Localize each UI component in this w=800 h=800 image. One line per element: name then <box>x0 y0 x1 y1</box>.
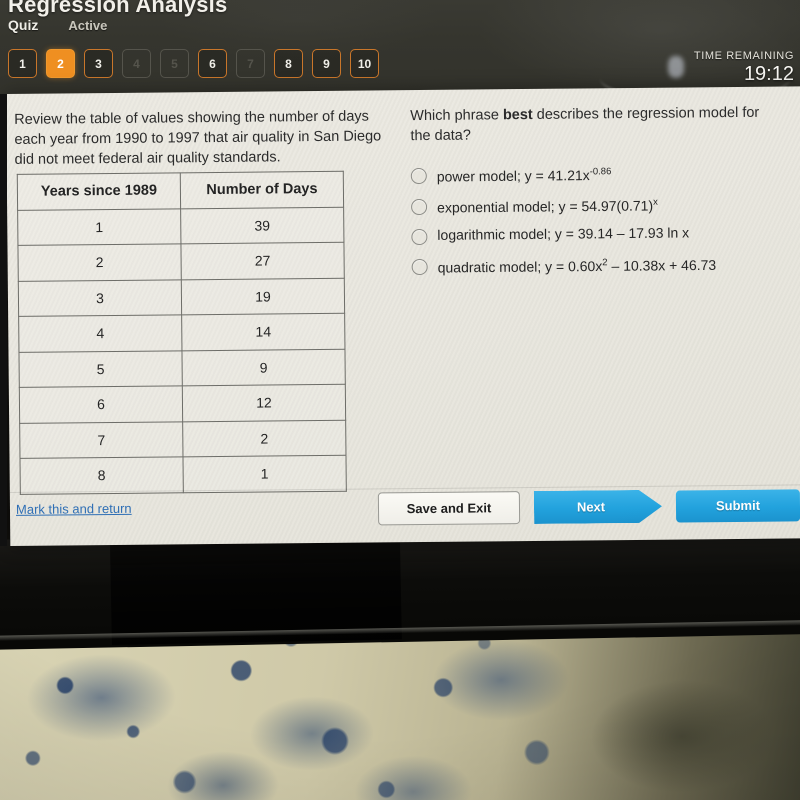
timer: TIME REMAINING 19:12 <box>694 50 794 86</box>
question-navigator[interactable]: 1 2 3 4 5 6 7 8 9 10 <box>8 49 379 78</box>
answer-option-a[interactable]: power model; y = 41.21x-0.86 <box>410 162 791 185</box>
table-row: 6 12 <box>19 384 346 423</box>
cell-years: 1 <box>17 208 181 246</box>
radio-icon-b[interactable] <box>411 198 428 215</box>
option-base-a: power model; y = 41.21x <box>436 167 590 185</box>
cell-days: 39 <box>180 206 344 244</box>
option-base-b: exponential model; y = 54.97(0.71) <box>437 197 654 216</box>
table-row: 3 19 <box>18 277 345 317</box>
save-and-exit-button[interactable]: Save and Exit <box>377 491 521 526</box>
mark-this-and-return-link[interactable]: Mark this and return <box>16 501 132 517</box>
question-nav-button-7: 7 <box>236 49 265 78</box>
answer-options[interactable]: power model; y = 41.21x-0.86 exponential … <box>410 162 792 276</box>
tab-quiz[interactable]: Quiz <box>8 17 38 33</box>
radio-icon-a[interactable] <box>410 167 427 185</box>
option-exponent-a: -0.86 <box>589 166 612 178</box>
option-base-c: logarithmic model; y = 39.14 – 17.93 ln … <box>437 224 690 244</box>
table-row: 72 <box>19 419 346 459</box>
screen-glare-spot <box>668 56 684 78</box>
question-nav-button-1[interactable]: 1 <box>8 49 37 78</box>
header-tabs: Quiz Active <box>8 17 107 33</box>
answer-option-c[interactable]: logarithmic model; y = 39.14 – 17.93 ln … <box>411 224 791 246</box>
answer-option-d[interactable]: quadratic model; y = 0.60x2 – 10.38x + 4… <box>411 254 792 276</box>
table-row: 81 <box>19 455 347 494</box>
question-nav-button-5: 5 <box>160 49 189 78</box>
prompt-emphasis: best <box>502 106 533 124</box>
cell-days: 9 <box>181 348 346 386</box>
cell-days: 12 <box>182 384 346 422</box>
screen-left-edge <box>0 94 7 546</box>
cell-years: 6 <box>19 385 183 423</box>
submit-button[interactable]: Submit <box>675 488 800 523</box>
question-stem: Review the table of values showing the n… <box>14 108 382 168</box>
cell-years: 2 <box>17 243 182 281</box>
cell-days: 2 <box>182 419 346 457</box>
question-nav-button-2[interactable]: 2 <box>46 49 75 78</box>
answer-option-label-d: quadratic model; y = 0.60x2 – 10.38x + 4… <box>438 255 717 276</box>
radio-icon-d[interactable] <box>411 259 428 276</box>
cell-days: 14 <box>181 313 345 351</box>
question-nav-button-8[interactable]: 8 <box>274 49 303 78</box>
question-nav-button-3[interactable]: 3 <box>84 49 113 78</box>
answer-option-b[interactable]: exponential model; y = 54.97(0.71)x <box>411 193 791 215</box>
app-header-bar: Regression Analysis Quiz Active 12345678… <box>0 0 800 102</box>
cell-years: 3 <box>18 279 182 317</box>
next-button[interactable]: Next <box>534 490 662 524</box>
cell-days: 27 <box>180 242 345 280</box>
timer-label: TIME REMAINING <box>693 50 794 62</box>
question-prompt: Which phrase best describes the regressi… <box>410 103 760 146</box>
answer-option-label-a: power model; y = 41.21x-0.86 <box>437 164 612 184</box>
table-row: 1 39 <box>17 206 344 246</box>
table-header-years: Years since 1989 <box>17 172 181 210</box>
radio-icon-c[interactable] <box>411 229 428 246</box>
cell-years: 7 <box>19 421 183 459</box>
values-table: Years since 1989 Number of Days 1 39 2 27 3 1… <box>17 171 347 495</box>
tab-active[interactable]: Active <box>68 18 107 33</box>
cell-days: 1 <box>182 455 347 493</box>
question-nav-button-9[interactable]: 9 <box>312 49 341 78</box>
page-title: Regression Analysis <box>8 0 228 17</box>
answer-panel: Which phrase best describes the regressi… <box>410 102 792 276</box>
question-sheet: Review the table of values showing the n… <box>6 86 800 546</box>
table-row: 59 <box>18 348 346 388</box>
option-base-d: quadratic model; y = 0.60x <box>437 258 603 276</box>
cell-years: 5 <box>18 350 183 388</box>
footer-buttons: Save and Exit Next Submit <box>377 488 800 526</box>
question-nav-button-6[interactable]: 6 <box>198 49 227 78</box>
cell-days: 19 <box>181 277 345 315</box>
table-row: 4 14 <box>18 313 345 352</box>
answer-option-label-c: logarithmic model; y = 39.14 – 17.93 ln … <box>437 225 689 243</box>
timer-value: 19:12 <box>743 63 794 85</box>
screenshot-root: Regression Analysis Quiz Active 12345678… <box>0 0 800 800</box>
table-header-days: Number of Days <box>180 171 344 209</box>
cell-years: 4 <box>18 314 182 352</box>
answer-option-label-b: exponential model; y = 54.97(0.71)x <box>437 194 658 215</box>
question-nav-button-4: 4 <box>122 49 151 78</box>
option-exponent-b: x <box>652 196 658 208</box>
table-header-row: Years since 1989 Number of Days <box>17 171 344 210</box>
question-nav-button-10[interactable]: 10 <box>350 49 379 78</box>
cell-years: 8 <box>19 456 184 494</box>
prompt-prefix: Which phrase <box>410 107 503 125</box>
option-tail-d: – 10.38x + 46.73 <box>607 257 717 275</box>
table-row: 2 27 <box>17 242 345 281</box>
